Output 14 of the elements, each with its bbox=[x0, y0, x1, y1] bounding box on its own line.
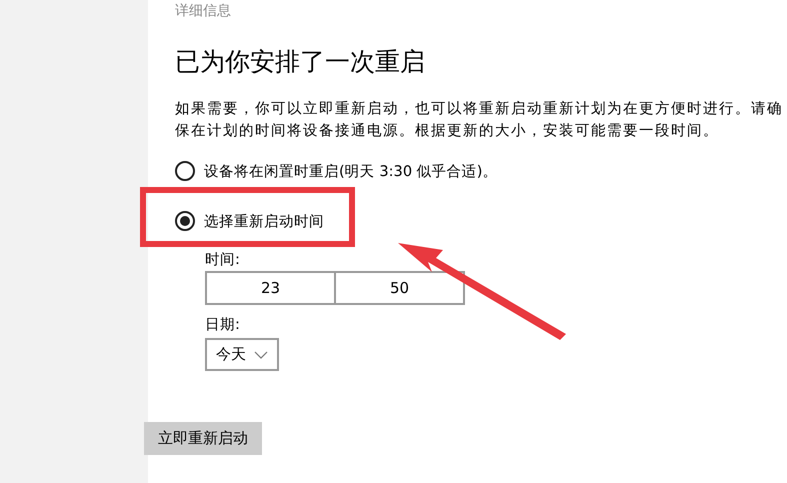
date-label: 日期: bbox=[205, 315, 240, 334]
description-text: 如果需要，你可以立即重新启动，也可以将重新启动重新计划为在更方便时进行。请确保在计划的时间将设备接通电源。根据更新的大小，安装可能需要一段时间。 bbox=[175, 99, 784, 141]
radio-button[interactable] bbox=[175, 211, 195, 231]
time-label: 时间: bbox=[205, 250, 240, 269]
date-dropdown[interactable]: 今天 bbox=[205, 338, 279, 371]
radio-button[interactable] bbox=[175, 161, 195, 181]
page-heading: 已为你安排了一次重启 bbox=[175, 46, 425, 78]
option-label[interactable]: 选择重新启动时间 bbox=[204, 212, 324, 230]
dropdown-value: 今天 bbox=[216, 345, 246, 364]
hour-field[interactable]: 23 bbox=[207, 273, 334, 303]
restart-now-button[interactable]: 立即重新启动 bbox=[144, 422, 262, 455]
option-label[interactable]: 设备将在闲置时重启(明天 3:30 似乎合适)。 bbox=[204, 162, 498, 180]
section-label: 详细信息 bbox=[175, 2, 231, 20]
chevron-down-icon bbox=[254, 350, 268, 358]
